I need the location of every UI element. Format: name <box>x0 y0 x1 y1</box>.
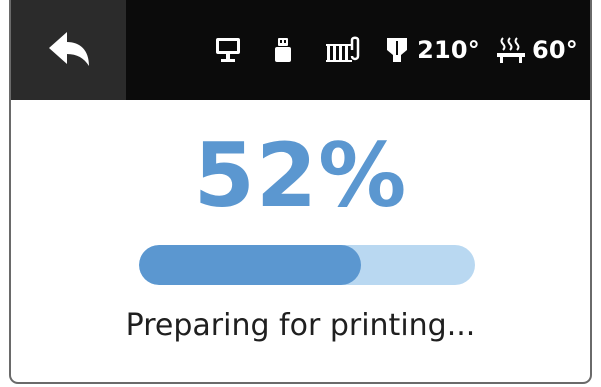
nozzle-temperature: 210° <box>417 36 480 64</box>
print-screen: 210° 60° 52% Preparing for printing... <box>9 0 592 384</box>
progress-percent: 52% <box>193 124 408 227</box>
nozzle-icon <box>385 36 409 64</box>
back-button[interactable] <box>11 0 126 100</box>
back-arrow-icon <box>48 32 89 66</box>
status-icons: 210° 60° <box>126 36 590 64</box>
enclosure-heater-icon <box>325 36 361 64</box>
bed-temperature: 60° <box>532 36 578 64</box>
progress-bar-fill <box>139 245 361 285</box>
monitor-icon <box>215 37 241 63</box>
status-message: Preparing for printing... <box>125 308 476 343</box>
progress-panel: 52% Preparing for printing... <box>11 100 590 382</box>
progress-bar <box>139 245 475 285</box>
status-bar: 210° 60° <box>11 0 590 100</box>
heated-bed-icon <box>496 36 526 64</box>
usb-stick-icon <box>273 37 293 63</box>
